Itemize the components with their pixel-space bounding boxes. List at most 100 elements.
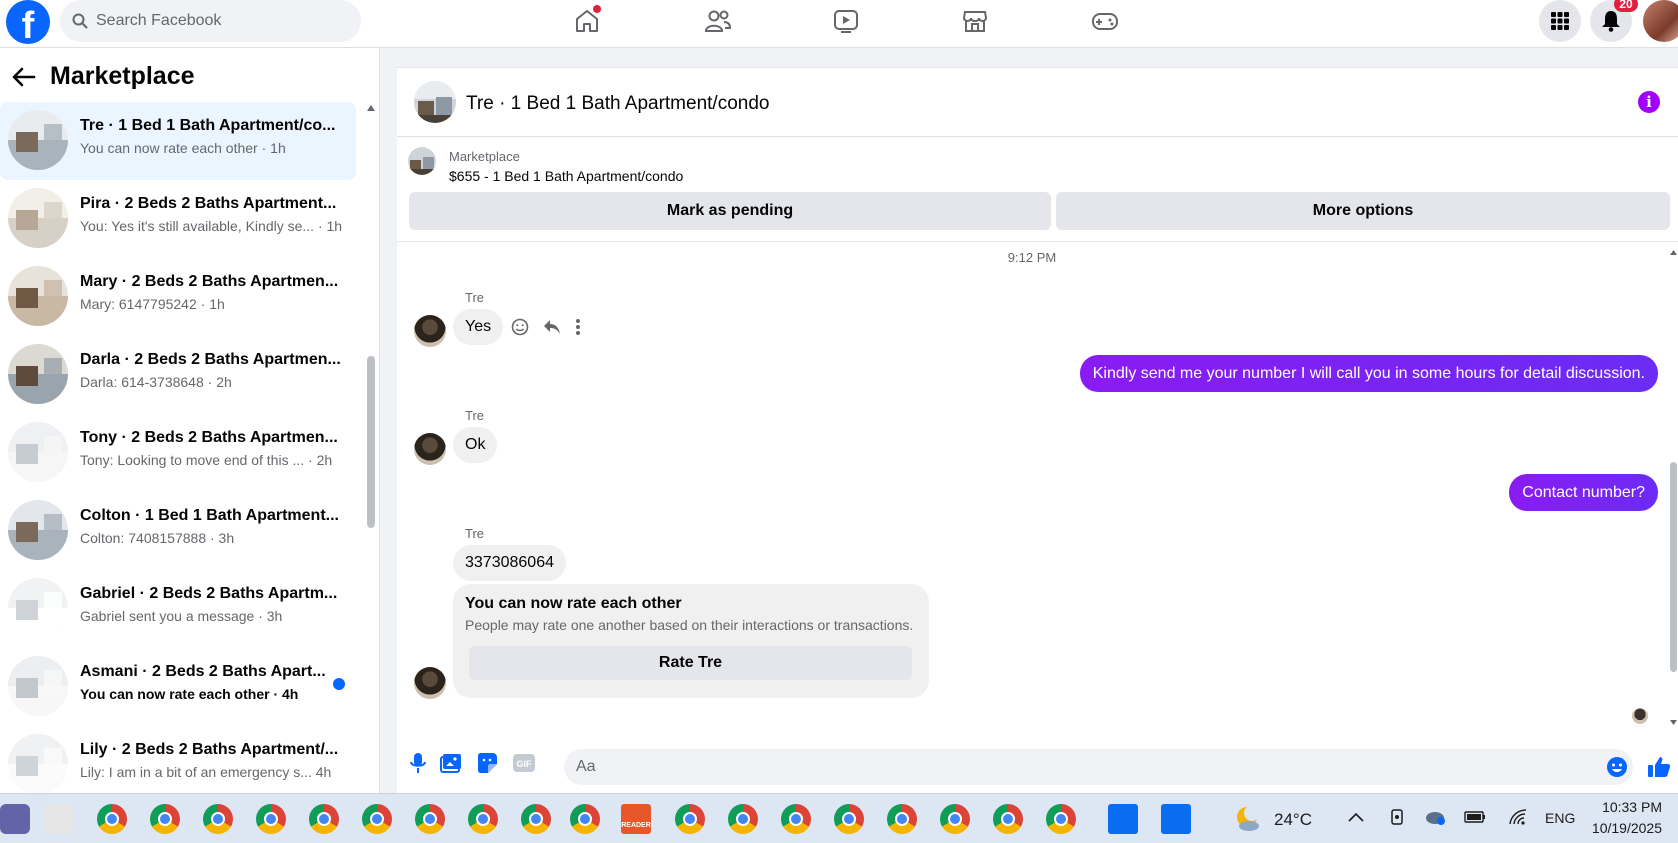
profile-avatar[interactable] xyxy=(1643,0,1678,42)
conversation-thumbnail xyxy=(8,110,68,170)
input-language[interactable]: ENG xyxy=(1545,810,1575,826)
outgoing-message[interactable]: Kindly send me your number I will call y… xyxy=(1079,355,1658,392)
apartment-thumbnail-icon xyxy=(408,147,436,175)
bell-icon xyxy=(1602,11,1620,32)
teams-app-icon[interactable] xyxy=(0,804,30,834)
gaming-nav-button[interactable] xyxy=(1088,4,1122,38)
chat-scroll-up-icon[interactable] xyxy=(1669,249,1678,256)
reader-app-icon[interactable]: READER xyxy=(621,804,651,834)
sticker-icon[interactable] xyxy=(476,752,498,774)
notifications-button[interactable]: 20 xyxy=(1590,0,1638,42)
gif-icon[interactable]: GIF xyxy=(512,753,536,773)
chrome-browser-icon[interactable] xyxy=(415,804,445,834)
activity-app-icon-2[interactable] xyxy=(1161,804,1191,834)
conversation-item[interactable]: Mary · 2 Beds 2 Baths Apartmen... Mary: 6… xyxy=(0,258,356,336)
conversation-preview: You: Yes it's still available, Kindly se… xyxy=(80,218,342,234)
search-icon xyxy=(72,13,88,29)
conversation-preview: Colton: 7408157888 · 3h xyxy=(80,530,235,546)
incoming-message[interactable]: 3373086064 xyxy=(453,545,566,581)
chrome-browser-icon[interactable] xyxy=(203,804,233,834)
message-timestamp: 9:12 PM xyxy=(1007,250,1057,265)
chrome-browser-icon[interactable] xyxy=(256,804,286,834)
conversation-item[interactable]: Asmani · 2 Beds 2 Baths Apart... You can … xyxy=(0,648,356,726)
listing-thumbnail[interactable] xyxy=(408,147,436,175)
microphone-icon[interactable] xyxy=(410,752,426,774)
reply-icon[interactable] xyxy=(543,319,561,335)
chrome-browser-icon[interactable] xyxy=(887,804,917,834)
like-thumbs-up-icon[interactable] xyxy=(1647,755,1671,779)
listing-price-title[interactable]: $655 - 1 Bed 1 Bath Apartment/condo xyxy=(449,168,683,184)
incoming-message[interactable]: Yes xyxy=(453,309,504,345)
react-emoji-icon[interactable] xyxy=(511,318,529,336)
weather-temperature[interactable]: 24°C xyxy=(1274,810,1312,830)
chat-scrollbar-thumb[interactable] xyxy=(1670,462,1677,672)
photo-icon[interactable] xyxy=(440,753,462,773)
conversation-item[interactable]: Tony · 2 Beds 2 Baths Apartmen... Tony: L… xyxy=(0,414,356,492)
rate-user-button[interactable]: Rate Tre xyxy=(469,646,912,680)
video-nav-button[interactable] xyxy=(829,4,863,38)
mark-as-pending-button[interactable]: Mark as pending xyxy=(409,192,1051,230)
chrome-browser-icon[interactable] xyxy=(675,804,705,834)
meet-now-icon[interactable] xyxy=(1389,808,1405,828)
chrome-browser-icon[interactable] xyxy=(150,804,180,834)
svg-text:GIF: GIF xyxy=(517,759,533,769)
clock-date[interactable]: 10/19/2025 xyxy=(1586,820,1662,836)
clock-time[interactable]: 10:33 PM xyxy=(1594,799,1662,815)
sender-avatar[interactable] xyxy=(414,667,446,699)
emoji-icon[interactable] xyxy=(1606,756,1628,778)
search-box[interactable]: Search Facebook xyxy=(60,0,361,42)
onedrive-icon[interactable] xyxy=(1424,808,1446,826)
gaming-icon xyxy=(1092,13,1118,30)
marketplace-nav-button[interactable] xyxy=(958,4,992,38)
chrome-browser-icon[interactable] xyxy=(728,804,758,834)
conversation-title: Gabriel · 2 Beds 2 Baths Apartm... xyxy=(80,585,338,602)
home-nav-button[interactable] xyxy=(570,4,604,38)
chrome-browser-icon[interactable] xyxy=(1046,804,1076,834)
scroll-up-arrow-icon[interactable] xyxy=(366,104,376,112)
more-vertical-icon[interactable] xyxy=(575,318,581,336)
chrome-browser-icon[interactable] xyxy=(570,804,600,834)
sender-avatar[interactable] xyxy=(414,315,446,347)
chrome-browser-icon[interactable] xyxy=(834,804,864,834)
outgoing-message[interactable]: Contact number? xyxy=(1509,474,1658,511)
chrome-browser-icon[interactable] xyxy=(521,804,551,834)
chat-panel: Tre · 1 Bed 1 Bath Apartment/condo i Mar… xyxy=(397,67,1678,793)
conversation-item[interactable]: Lily · 2 Beds 2 Baths Apartment/... Lily:… xyxy=(0,726,356,793)
chrome-browser-icon[interactable] xyxy=(468,804,498,834)
more-options-button[interactable]: More options xyxy=(1056,192,1670,230)
conversation-item[interactable]: Darla · 2 Beds 2 Baths Apartmen... Darla:… xyxy=(0,336,356,414)
listing-avatar[interactable] xyxy=(414,81,456,123)
sender-avatar[interactable] xyxy=(414,433,446,465)
conversation-title: Asmani · 2 Beds 2 Baths Apart... xyxy=(80,663,326,680)
conversation-item[interactable]: Tre · 1 Bed 1 Bath Apartment/co... You ca… xyxy=(0,102,356,180)
conversation-item[interactable]: Pira · 2 Beds 2 Baths Apartment... You: Y… xyxy=(0,180,356,258)
chrome-browser-icon[interactable] xyxy=(362,804,392,834)
conversation-preview: Mary: 6147795242 · 1h xyxy=(80,296,225,312)
conversation-thumbnail xyxy=(8,656,68,716)
battery-icon[interactable] xyxy=(1464,810,1486,824)
conversation-title: Tony · 2 Beds 2 Baths Apartmen... xyxy=(80,429,338,446)
friends-nav-button[interactable] xyxy=(701,4,735,38)
chevron-up-icon[interactable] xyxy=(1348,812,1364,822)
chrome-browser-icon[interactable] xyxy=(97,804,127,834)
sidebar-scrollbar-thumb[interactable] xyxy=(367,356,375,528)
wifi-icon[interactable] xyxy=(1508,808,1528,826)
snipping-tool-icon[interactable] xyxy=(43,804,73,834)
conversation-preview: Lily: I am in a bit of an emergency s...… xyxy=(80,764,332,780)
conversation-item[interactable]: Gabriel · 2 Beds 2 Baths Apartm... Gabrie… xyxy=(0,570,356,648)
weather-moon-cloud-icon[interactable] xyxy=(1234,804,1264,834)
chat-scroll-down-icon[interactable] xyxy=(1669,719,1678,726)
conversation-preview: Darla: 614-3738648 · 2h xyxy=(80,374,232,390)
incoming-message[interactable]: Ok xyxy=(453,427,498,463)
chrome-browser-icon[interactable] xyxy=(309,804,339,834)
chrome-browser-icon[interactable] xyxy=(940,804,970,834)
conversation-item[interactable]: Colton · 1 Bed 1 Bath Apartment... Colton… xyxy=(0,492,356,570)
menu-button[interactable] xyxy=(1539,0,1581,42)
back-arrow-icon[interactable] xyxy=(12,67,36,87)
chrome-browser-icon[interactable] xyxy=(781,804,811,834)
activity-app-icon[interactable] xyxy=(1108,804,1138,834)
facebook-logo[interactable]: f xyxy=(6,0,50,44)
chrome-browser-icon[interactable] xyxy=(993,804,1023,834)
info-icon[interactable]: i xyxy=(1638,91,1660,113)
message-input[interactable]: Aa xyxy=(564,749,1633,785)
